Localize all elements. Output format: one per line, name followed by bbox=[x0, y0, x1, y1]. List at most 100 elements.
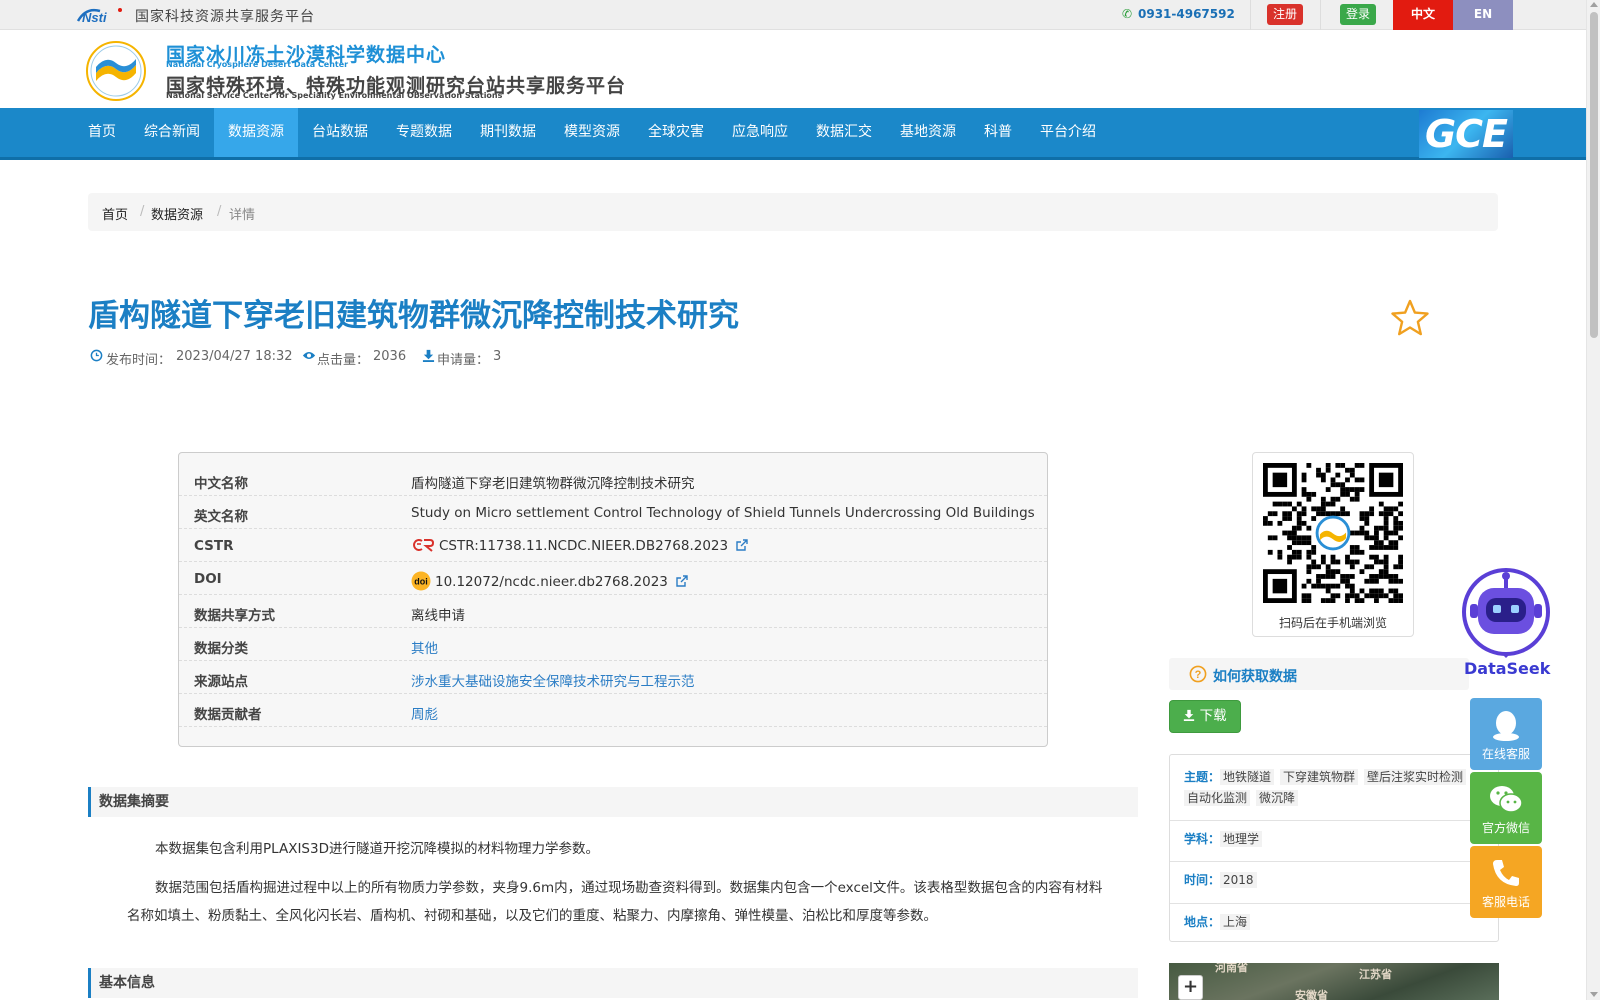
location-map[interactable]: 河南省 江苏省 安徽省 + bbox=[1169, 963, 1499, 1000]
info-key: 数据分类 bbox=[194, 641, 248, 657]
how-to-get-data[interactable]: ? 如何获取数据 bbox=[1169, 658, 1469, 690]
qr-caption: 扫码后在手机端浏览 bbox=[1278, 616, 1387, 630]
download-icon bbox=[1184, 709, 1195, 721]
time-label: 时间： bbox=[1184, 873, 1221, 887]
cstr-logo-icon bbox=[413, 539, 435, 552]
theme-tag[interactable]: 自动化监测 bbox=[1184, 790, 1251, 806]
scroll-up-arrow-icon[interactable] bbox=[1590, 2, 1598, 7]
place-line: 地点： 上海 bbox=[1184, 912, 1256, 933]
theme-tag[interactable]: 下穿建筑物群 bbox=[1280, 769, 1359, 785]
login-button[interactable]: 登录 bbox=[1340, 4, 1376, 25]
discipline-tag[interactable]: 地理学 bbox=[1220, 831, 1263, 847]
place-tag[interactable]: 上海 bbox=[1220, 914, 1251, 930]
info-key: 来源站点 bbox=[194, 674, 248, 690]
nav-item[interactable]: 全球灾害 bbox=[634, 108, 718, 157]
time-tag[interactable]: 2018 bbox=[1220, 872, 1257, 888]
doi-value[interactable]: doi 10.12072/ncdc.nieer.db2768.2023 bbox=[411, 571, 688, 591]
nav-item[interactable]: 数据汇交 bbox=[802, 108, 886, 157]
question-icon: ? bbox=[1189, 665, 1207, 683]
views-count: 2036 bbox=[373, 349, 407, 364]
lang-en-button[interactable]: EN bbox=[1453, 0, 1513, 30]
map-zoom-in-button[interactable]: + bbox=[1178, 975, 1203, 1000]
info-row-share-mode: 数据共享方式 离线申请 bbox=[179, 595, 1047, 628]
nav-item[interactable]: 应急响应 bbox=[718, 108, 802, 157]
publish-time: 2023/04/27 18:32 bbox=[176, 349, 293, 364]
info-key: 数据共享方式 bbox=[194, 608, 275, 624]
theme-tag[interactable]: 地铁隧道 bbox=[1220, 769, 1275, 785]
nav-item[interactable]: 综合新闻 bbox=[130, 108, 214, 157]
nsti-logo[interactable]: Nsti bbox=[76, 5, 126, 25]
nav-item[interactable]: 平台介绍 bbox=[1026, 108, 1110, 157]
requests-label: 申请量： bbox=[437, 353, 490, 368]
divider bbox=[1170, 861, 1498, 862]
info-row-contributor: 数据贡献者 周彪 bbox=[179, 694, 1047, 727]
how-to-label: 如何获取数据 bbox=[1213, 669, 1297, 685]
online-service-button[interactable]: 在线客服 bbox=[1470, 698, 1542, 770]
nav-item[interactable]: 专题数据 bbox=[382, 108, 466, 157]
external-link-icon[interactable] bbox=[736, 539, 748, 551]
nav-item[interactable]: 科普 bbox=[970, 108, 1026, 157]
map-label: 河南省 bbox=[1215, 963, 1248, 974]
cstr-text: CSTR:11738.11.NCDC.NIEER.DB2768.2023 bbox=[439, 538, 729, 554]
source-station-link[interactable]: 涉水重大基础设施安全保障技术研究与工程示范 bbox=[411, 670, 695, 690]
info-value: 盾构隧道下穿老旧建筑物群微沉降控制技术研究 bbox=[411, 476, 695, 492]
download-small-icon bbox=[422, 349, 435, 365]
ncdc-logo[interactable] bbox=[86, 41, 146, 101]
external-link-icon[interactable] bbox=[676, 575, 688, 587]
info-row-doi: DOI doi 10.12072/ncdc.nieer.db2768.2023 bbox=[179, 562, 1047, 595]
cstr-value[interactable]: CSTR:11738.11.NCDC.NIEER.DB2768.2023 bbox=[411, 538, 748, 554]
dataseek-label: DataSeek bbox=[1464, 659, 1551, 678]
info-value: 离线申请 bbox=[411, 608, 465, 624]
nav-item[interactable]: 台站数据 bbox=[298, 108, 382, 157]
info-key: DOI bbox=[194, 571, 222, 587]
map-label: 安徽省 bbox=[1295, 989, 1328, 1000]
wechat-button[interactable]: 官方微信 bbox=[1470, 772, 1542, 844]
info-row-en-name: 英文名称 Study on Micro settlement Control T… bbox=[179, 496, 1047, 529]
star-icon[interactable] bbox=[1390, 298, 1430, 338]
breadcrumb-separator: / bbox=[140, 204, 145, 219]
nav-item[interactable]: 首页 bbox=[86, 108, 130, 157]
site-title-en: National Cryosphere Desert Data Center bbox=[166, 60, 349, 69]
scroll-down-arrow-icon[interactable] bbox=[1590, 992, 1598, 997]
site-header: 国家冰川冻土沙漠科学数据中心 National Cryosphere Deser… bbox=[0, 30, 1586, 108]
dataseek-widget[interactable]: DataSeek bbox=[1458, 568, 1558, 682]
telephone-icon bbox=[1493, 860, 1519, 886]
download-button[interactable]: 下载 bbox=[1169, 700, 1241, 733]
info-value: Study on Micro settlement Control Techno… bbox=[411, 505, 1035, 521]
breadcrumb-home[interactable]: 首页 bbox=[102, 204, 128, 223]
nav-item[interactable]: 数据资源 bbox=[214, 108, 298, 157]
gce-logo[interactable]: GCE bbox=[1419, 110, 1513, 158]
info-row-source-station: 来源站点 涉水重大基础设施安全保障技术研究与工程示范 bbox=[179, 661, 1047, 694]
info-row-category: 数据分类 其他 bbox=[179, 628, 1047, 661]
phone-number: 0931-4967592 bbox=[1138, 7, 1235, 21]
phone-service-button[interactable]: 客服电话 bbox=[1470, 846, 1542, 918]
lang-zh-button[interactable]: 中文 bbox=[1393, 0, 1453, 30]
svg-text:doi: doi bbox=[414, 577, 428, 587]
theme-tag[interactable]: 壁后注浆实时检测 bbox=[1364, 769, 1467, 785]
breadcrumb-separator: / bbox=[217, 204, 222, 219]
contributor-link[interactable]: 周彪 bbox=[411, 703, 438, 723]
map-label: 江苏省 bbox=[1359, 968, 1392, 981]
theme-label: 主题： bbox=[1184, 770, 1221, 784]
svg-text:Nsti: Nsti bbox=[82, 10, 107, 25]
page-scrollbar[interactable] bbox=[1586, 0, 1600, 1000]
download-label: 下载 bbox=[1199, 708, 1227, 724]
theme-tag[interactable]: 微沉降 bbox=[1256, 790, 1299, 806]
scrollbar-thumb[interactable] bbox=[1590, 12, 1598, 338]
svg-text:?: ? bbox=[1195, 669, 1202, 681]
robot-icon bbox=[1462, 568, 1550, 658]
nav-item[interactable]: 模型资源 bbox=[550, 108, 634, 157]
register-button[interactable]: 注册 bbox=[1267, 4, 1303, 25]
divider bbox=[1320, 0, 1321, 30]
breadcrumb-data-resources[interactable]: 数据资源 bbox=[151, 204, 203, 223]
discipline-label: 学科： bbox=[1184, 832, 1221, 846]
category-link[interactable]: 其他 bbox=[411, 637, 438, 657]
nav-item[interactable]: 期刊数据 bbox=[466, 108, 550, 157]
views-label: 点击量： bbox=[317, 353, 370, 368]
nav-item[interactable]: 基地资源 bbox=[886, 108, 970, 157]
summary-paragraph: 数据范围包括盾构掘进过程中以上的所有物质力学参数，夹身9.6m内，通过现场勘查资… bbox=[127, 880, 1103, 924]
info-row-cn-name: 中文名称 盾构隧道下穿老旧建筑物群微沉降控制技术研究 bbox=[179, 463, 1047, 496]
clock-icon bbox=[90, 349, 103, 365]
dataset-tags-box: 主题： 地铁隧道 下穿建筑物群 壁后注浆实时检测自动化监测 微沉降 学科： 地理学 时间：… bbox=[1169, 754, 1499, 942]
summary-paragraph: 本数据集包含利用PLAXIS3D进行隧道开挖沉降模拟的材料物理力学参数。 bbox=[155, 841, 599, 857]
